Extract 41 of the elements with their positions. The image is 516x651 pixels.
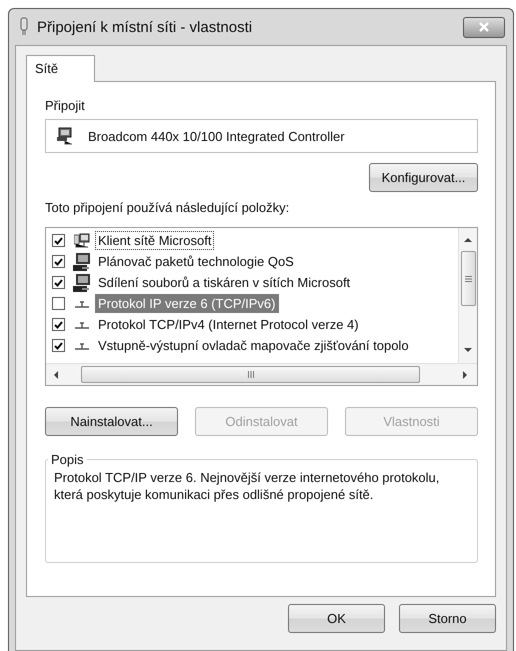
computer-icon [73, 252, 91, 272]
scroll-left-arrow-icon[interactable] [53, 370, 59, 378]
checkbox[interactable] [52, 297, 65, 310]
group-title: Popis [50, 452, 85, 467]
scrollbar-thumb[interactable] [81, 366, 420, 383]
network-protocol-icon [74, 320, 90, 330]
list-item[interactable]: Klient sítě Microsoft [95, 231, 214, 250]
window-title: Připojení k místní síti - vlastnosti [37, 18, 252, 36]
list-item[interactable]: Protokol TCP/IPv4 (Internet Protocol verze 4) [95, 315, 362, 334]
network-plug-icon [19, 17, 29, 37]
computer-icon [73, 272, 91, 292]
install-button[interactable]: Nainstalovat... [45, 407, 178, 436]
scroll-right-arrow-icon[interactable] [462, 370, 468, 378]
adapter-name: Broadcom 440x 10/100 Integrated Controller [88, 128, 345, 144]
checkbox[interactable] [52, 234, 65, 247]
network-card-icon [56, 127, 74, 145]
network-protocol-icon [74, 340, 90, 350]
scroll-up-arrow-icon[interactable] [464, 237, 472, 243]
network-computer-icon [74, 232, 90, 248]
checkbox[interactable] [52, 276, 65, 289]
configure-button[interactable]: Konfigurovat... [369, 163, 478, 192]
cancel-button[interactable]: Storno [399, 604, 496, 633]
list-item[interactable]: Vstupně-výstupní ovladač mapovače zjišťování topolo [95, 336, 412, 355]
section-label: Připojit [45, 98, 86, 113]
scroll-down-arrow-icon[interactable] [464, 347, 472, 353]
network-protocol-icon [74, 298, 90, 308]
checkbox[interactable] [52, 339, 65, 352]
list-item[interactable]: Plánovač paketů technologie QoS [95, 252, 297, 271]
scrollbar-thumb[interactable] [460, 251, 476, 306]
list-item[interactable]: Protokol IP verze 6 (TCP/IPv6) [95, 294, 278, 313]
grip-icon [464, 276, 472, 282]
description-text: Protokol TCP/IP verze 6. Nejnovější verze internetového protokolu, která poskytuje komunikaci přes odlišné propojené sítě. [54, 469, 440, 503]
ok-button[interactable]: OK [288, 604, 385, 633]
list-label: Toto připojení používá následující položky: [45, 200, 290, 215]
tab[interactable]: Sítě [26, 55, 96, 82]
checkbox[interactable] [52, 255, 65, 268]
list-item[interactable]: Sdílení souborů a tiskáren v sítích Microsoft [95, 273, 354, 292]
close-icon [478, 22, 490, 32]
checkbox[interactable] [52, 318, 65, 331]
grip-icon [248, 371, 254, 378]
close-button[interactable] [463, 16, 505, 38]
